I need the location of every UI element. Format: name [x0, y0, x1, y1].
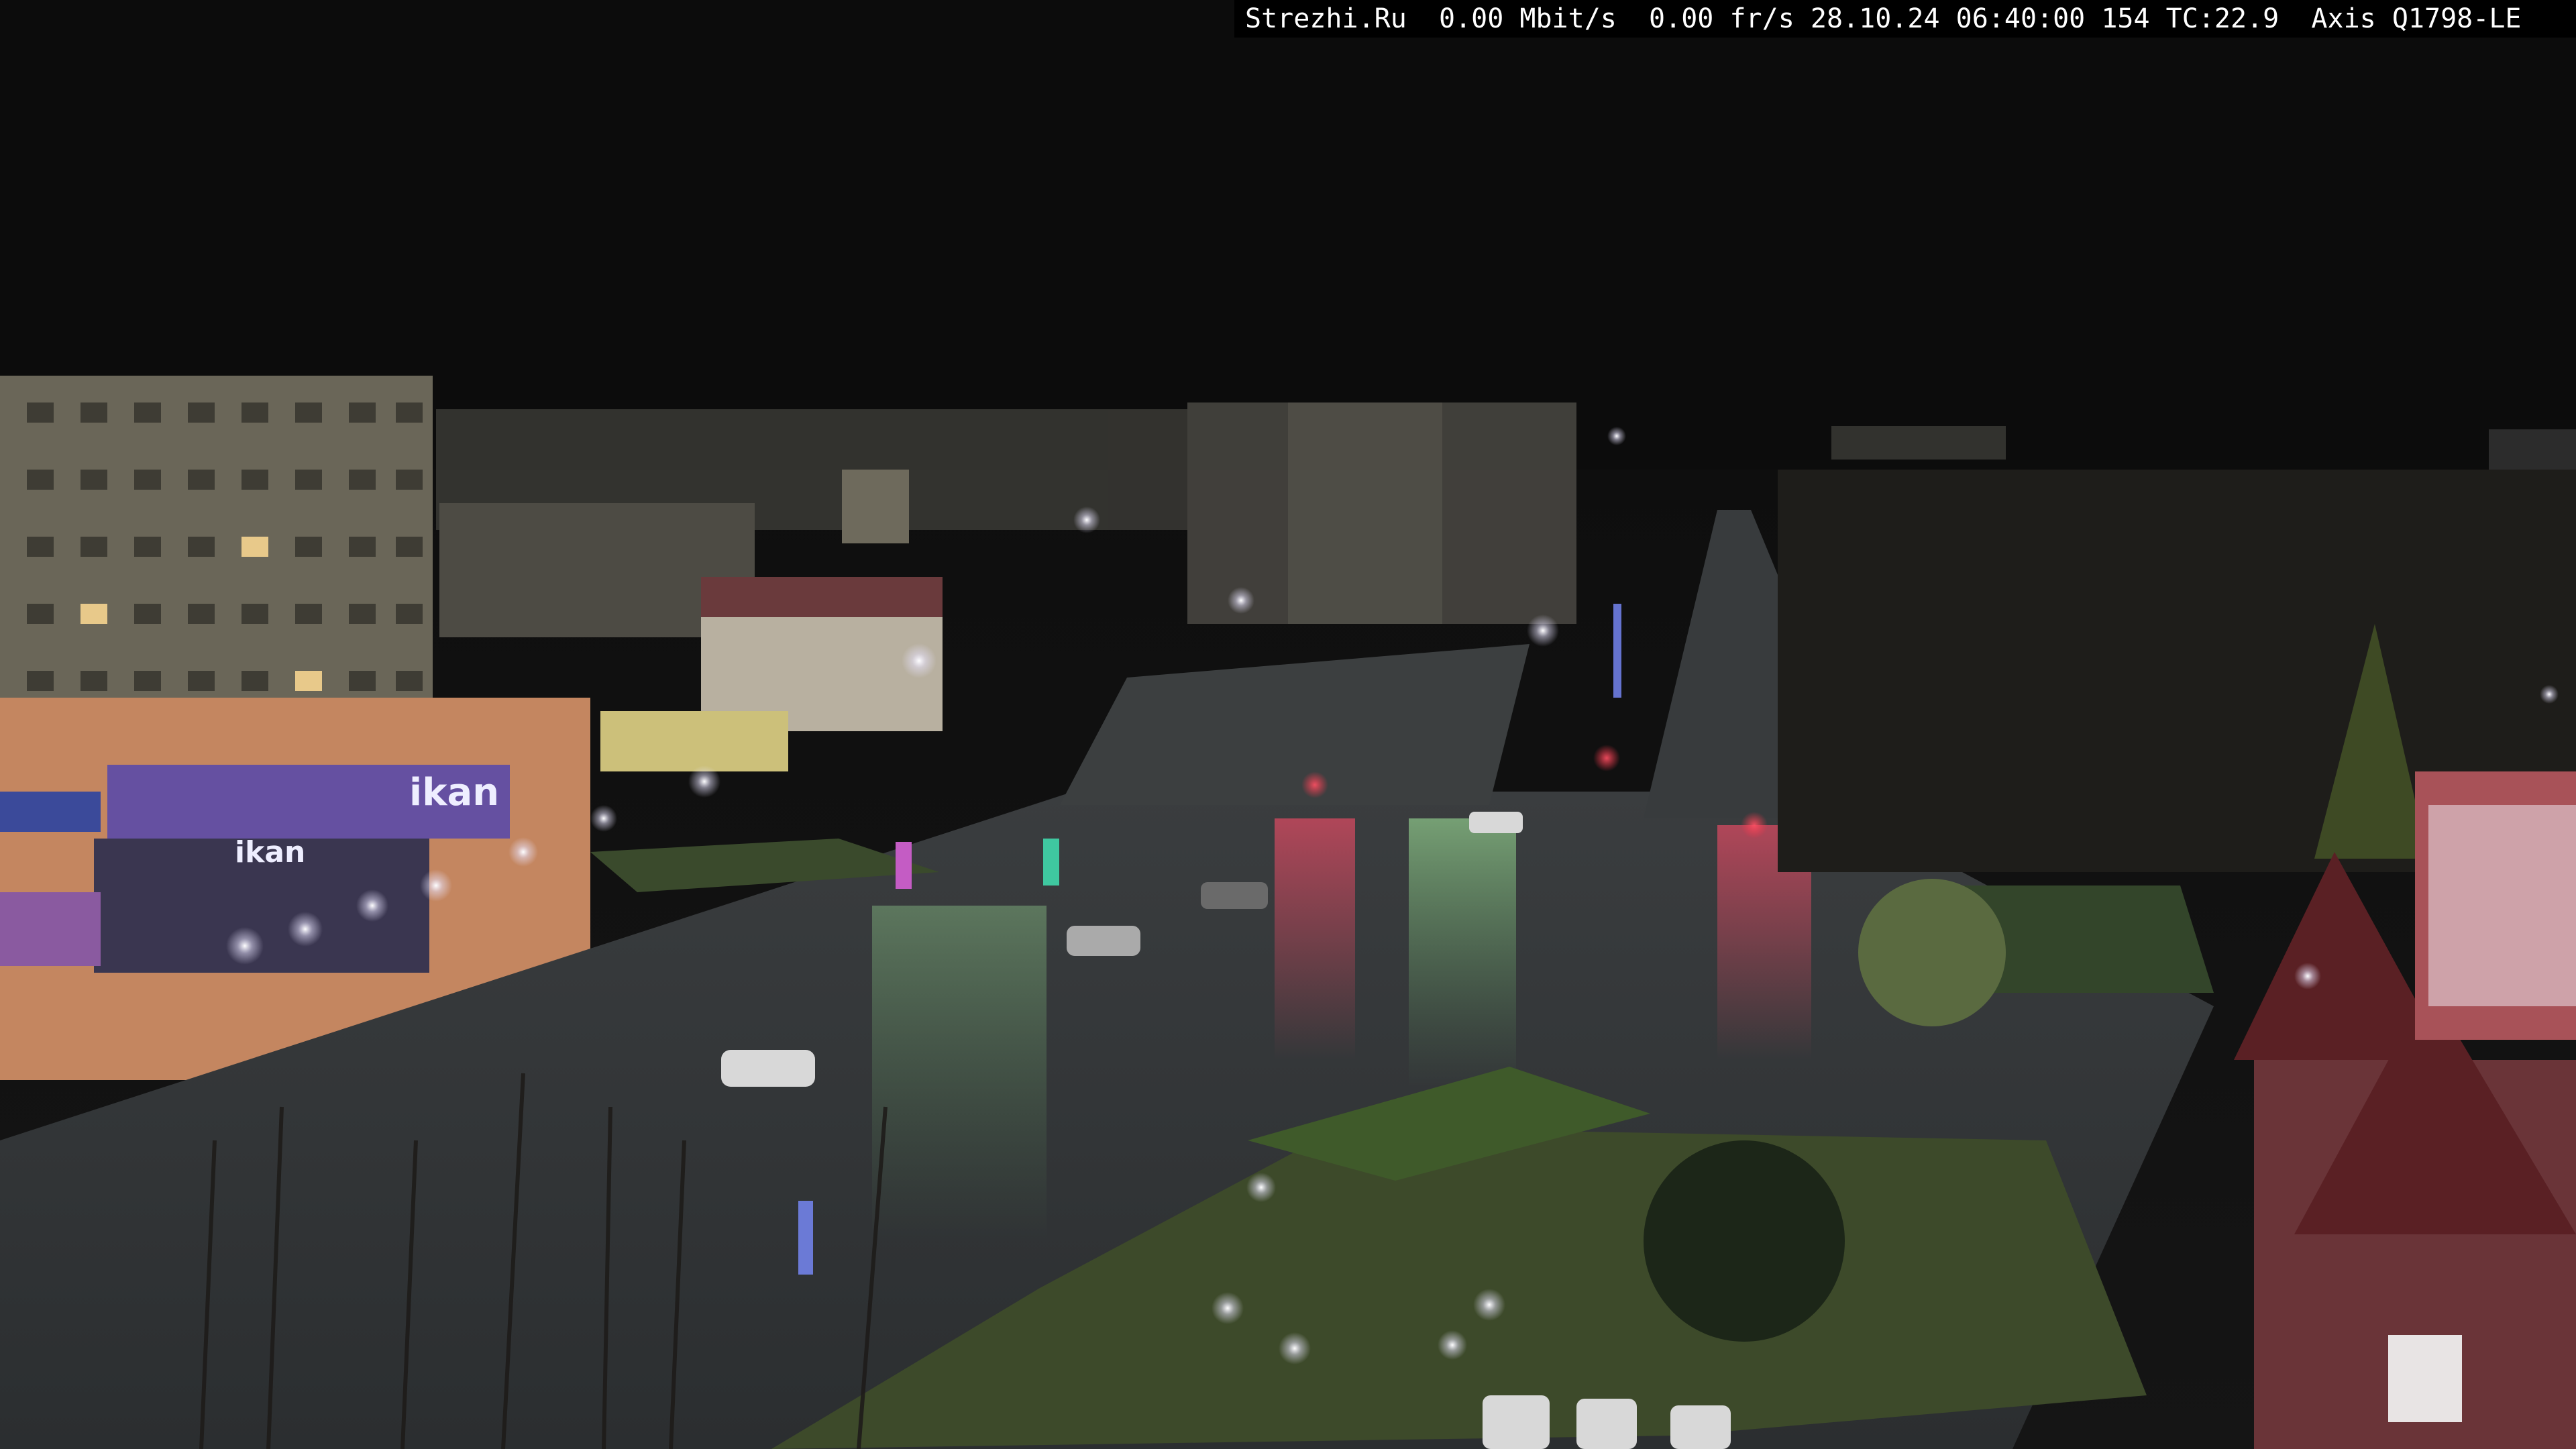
- birch-tree: [1858, 879, 2006, 1026]
- parking-lot: [1060, 644, 1529, 805]
- webcam-frame: ikan ikan Strezhi.Ru 0.00 Mbit/s 0.00 fr…: [0, 0, 2576, 1449]
- store-main-sign: ikan: [409, 771, 499, 814]
- right-building: [2234, 771, 2576, 1449]
- camera-overlay-text: Strezhi.Ru 0.00 Mbit/s 0.00 fr/s 28.10.2…: [1234, 0, 2576, 38]
- red-light-reflection: [1275, 818, 1355, 1060]
- green-light-reflection: [1409, 818, 1516, 1087]
- city-night-scene: ikan ikan: [0, 0, 2576, 1449]
- store-lower-sign: ikan: [235, 835, 305, 869]
- evergreen-tree: [1644, 1140, 1845, 1342]
- green-light-reflection-2: [872, 906, 1046, 1241]
